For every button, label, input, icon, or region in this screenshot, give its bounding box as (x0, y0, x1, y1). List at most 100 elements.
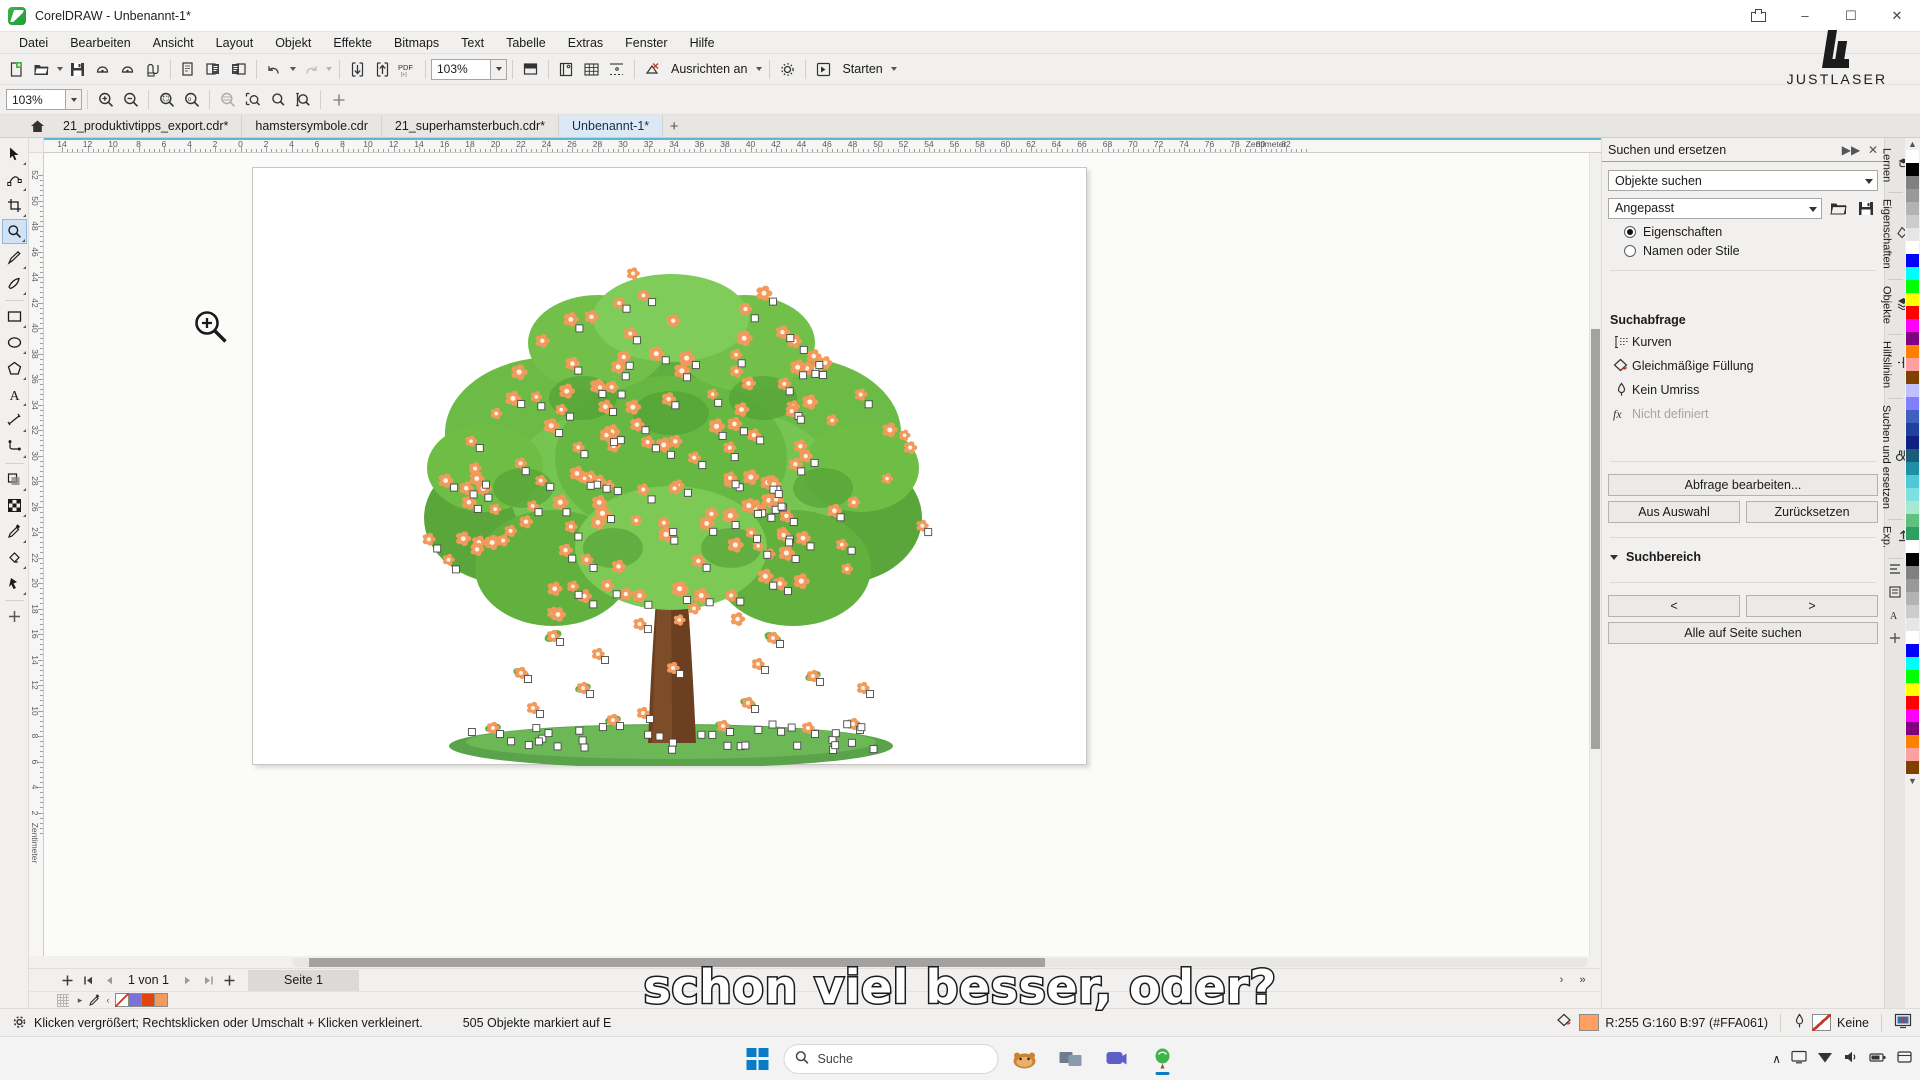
task-view-icon[interactable] (1051, 1041, 1091, 1077)
selection-handle[interactable] (719, 432, 726, 439)
color-swatch[interactable] (1906, 709, 1919, 722)
guides-icon[interactable] (604, 57, 629, 82)
selection-handle[interactable] (587, 482, 594, 489)
selection-handle[interactable] (567, 413, 574, 420)
selection-handle[interactable] (798, 468, 805, 475)
menu-objekt[interactable]: Objekt (264, 32, 322, 54)
home-icon[interactable] (24, 115, 50, 137)
import-icon[interactable] (345, 57, 370, 82)
selection-handle[interactable] (610, 408, 617, 415)
selection-handle[interactable] (525, 676, 532, 683)
palette-swatch-2[interactable] (141, 993, 155, 1007)
selection-handle[interactable] (670, 528, 677, 535)
selection-handle[interactable] (786, 539, 793, 546)
color-swatch[interactable] (1906, 293, 1919, 306)
horizontal-scroll-thumb[interactable] (309, 958, 1045, 967)
selection-handle[interactable] (474, 505, 481, 512)
zoom-toolbar-level-input[interactable]: 103% (6, 89, 66, 110)
hamster-app-icon[interactable] (1005, 1041, 1045, 1077)
add-page-after-button[interactable] (219, 970, 240, 991)
zoom-toolbar-level-dropdown[interactable] (66, 89, 82, 110)
selection-handle[interactable] (476, 445, 483, 452)
selection-handle[interactable] (603, 485, 610, 492)
new-document-icon[interactable] (4, 57, 29, 82)
selection-handle[interactable] (535, 509, 542, 516)
options-gear-icon[interactable] (775, 57, 800, 82)
battery-icon[interactable] (1869, 1050, 1887, 1067)
open-folder-icon[interactable] (29, 57, 54, 82)
selection-handle[interactable] (706, 599, 713, 606)
menu-ansicht[interactable]: Ansicht (142, 32, 205, 54)
selection-handle[interactable] (778, 728, 785, 735)
zoom-level-dropdown[interactable] (491, 59, 507, 80)
selection-handle[interactable] (642, 427, 649, 434)
horizontal-scrollbar[interactable] (29, 956, 1601, 968)
redo-icon[interactable] (298, 57, 323, 82)
print-icon[interactable] (90, 57, 115, 82)
color-swatch[interactable] (1906, 748, 1919, 761)
selection-handle[interactable] (468, 729, 475, 736)
fill-color-swatch[interactable] (1579, 1014, 1599, 1031)
selection-handle[interactable] (645, 601, 652, 608)
find-all-button[interactable]: Alle auf Seite suchen (1608, 622, 1878, 644)
selection-handle[interactable] (703, 564, 710, 571)
query-item-umriss[interactable]: Kein Umriss (1608, 382, 1878, 397)
selection-handle[interactable] (731, 454, 738, 461)
save-icon[interactable] (1854, 197, 1878, 219)
selection-handle[interactable] (672, 402, 679, 409)
color-swatch[interactable] (1906, 462, 1919, 475)
export-icon[interactable] (370, 57, 395, 82)
selection-handle[interactable] (764, 551, 771, 558)
notification-icon[interactable] (1897, 1050, 1912, 1067)
color-swatch[interactable] (1906, 332, 1919, 345)
start-caret[interactable] (889, 57, 900, 82)
color-swatch[interactable] (1906, 319, 1919, 332)
volume-icon[interactable] (1843, 1050, 1859, 1067)
selection-handle[interactable] (497, 731, 504, 738)
color-swatch[interactable] (1906, 410, 1919, 423)
menu-bearbeiten[interactable]: Bearbeiten (59, 32, 141, 54)
drop-shadow-tool[interactable] (2, 467, 27, 492)
selection-handle[interactable] (832, 742, 839, 749)
selection-handle[interactable] (762, 667, 769, 674)
launch-icon[interactable] (811, 57, 836, 82)
selection-handle[interactable] (599, 391, 606, 398)
selection-handle[interactable] (626, 362, 633, 369)
color-swatch[interactable] (1906, 761, 1919, 774)
page-nav-more[interactable]: » (1572, 970, 1593, 991)
color-swatch[interactable] (1906, 163, 1919, 176)
find-next-button[interactable]: > (1746, 595, 1878, 617)
text-tool[interactable]: A (2, 382, 27, 407)
first-page-button[interactable] (78, 970, 99, 991)
color-swatch[interactable] (1906, 475, 1919, 488)
radio-properties[interactable] (1624, 226, 1636, 238)
selection-handle[interactable] (832, 730, 839, 737)
selection-handle[interactable] (470, 491, 477, 498)
selection-handle[interactable] (590, 601, 597, 608)
selection-handle[interactable] (547, 483, 554, 490)
selection-handle[interactable] (699, 462, 706, 469)
selection-handle[interactable] (732, 522, 739, 529)
color-swatch[interactable] (1906, 722, 1919, 735)
align-to-label[interactable]: Ausrichten an (665, 62, 753, 76)
selection-handle[interactable] (611, 439, 618, 446)
palette-scroll-left[interactable]: ‹ (101, 993, 115, 1007)
teams-icon[interactable] (1097, 1041, 1137, 1077)
selection-handle[interactable] (742, 742, 749, 749)
selection-handle[interactable] (599, 724, 606, 731)
color-swatch[interactable] (1906, 150, 1919, 163)
selection-handle[interactable] (538, 403, 545, 410)
print-preview-icon[interactable] (115, 57, 140, 82)
query-item-nicht-definiert[interactable]: fx Nicht definiert (1608, 406, 1878, 421)
coreldraw-taskbar-icon[interactable] (1143, 1041, 1183, 1077)
network-icon[interactable] (1817, 1050, 1833, 1067)
color-swatch[interactable] (1906, 202, 1919, 215)
connector-tool[interactable] (2, 434, 27, 459)
find-prev-button[interactable]: < (1608, 595, 1740, 617)
selection-handle[interactable] (757, 437, 764, 444)
add-tab-icon[interactable]: + (663, 115, 685, 137)
selection-handle[interactable] (518, 401, 525, 408)
shape-tool[interactable] (2, 167, 27, 192)
selection-handle[interactable] (792, 556, 799, 563)
rectangle-tool[interactable] (2, 304, 27, 329)
